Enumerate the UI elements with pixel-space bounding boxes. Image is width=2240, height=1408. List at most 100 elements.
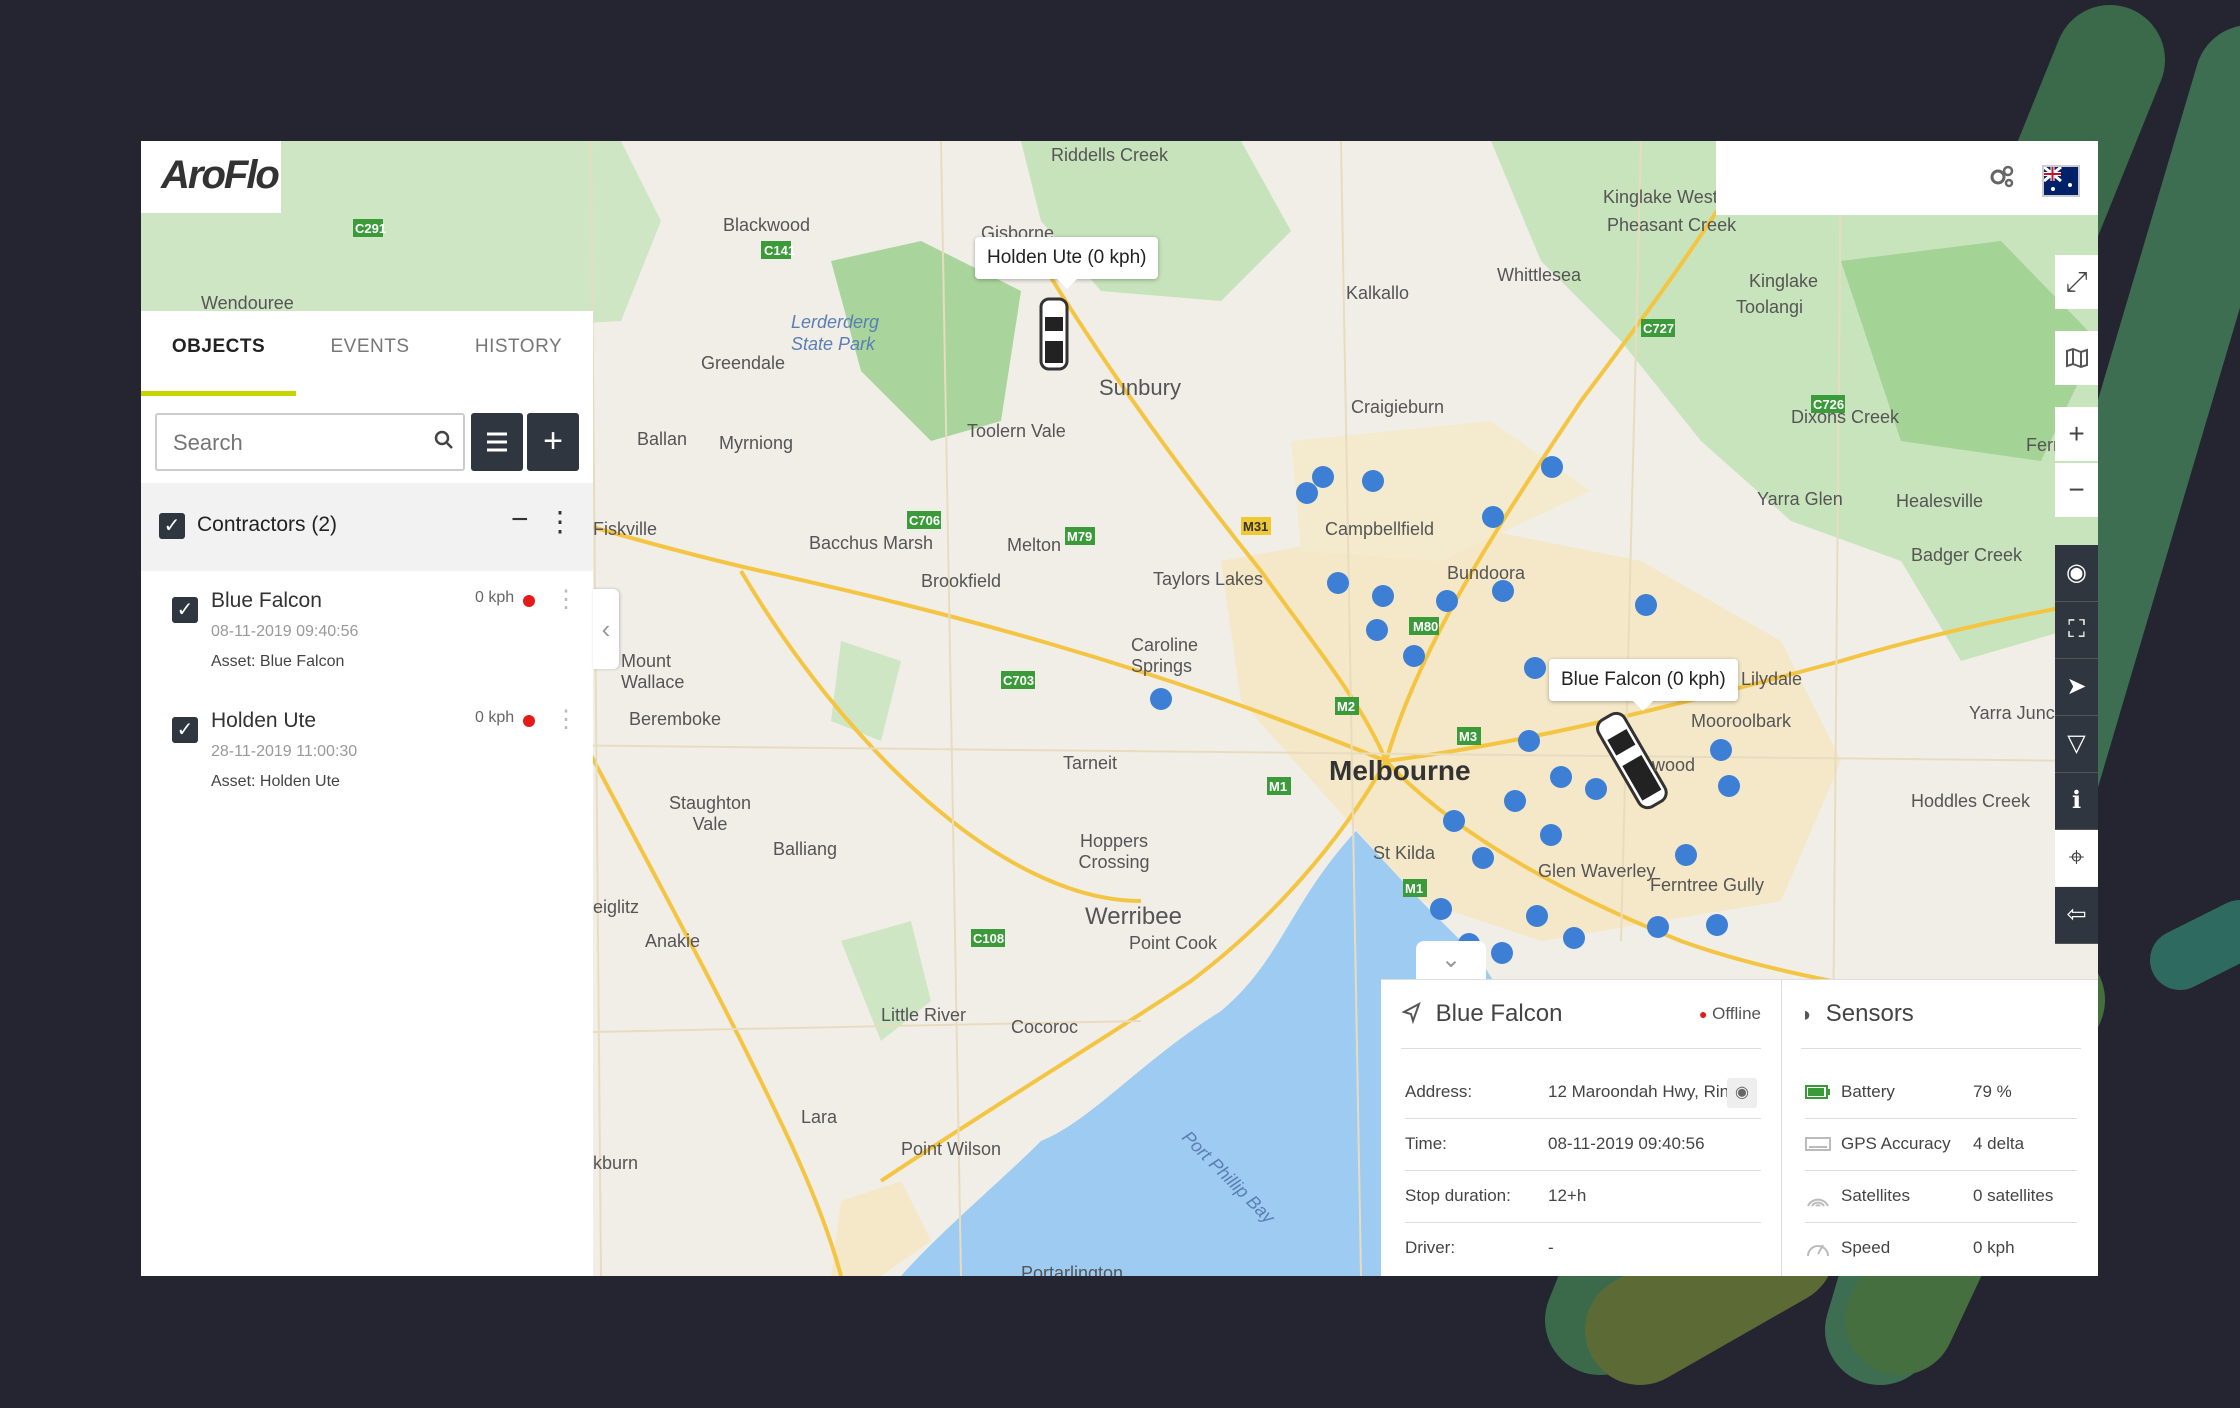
list-item[interactable]: ✓ Blue Falcon 08-11-2019 09:40:56 Asset:… bbox=[141, 583, 593, 703]
map-label: Beremboke bbox=[629, 709, 722, 729]
map-label: eiglitz bbox=[593, 897, 640, 917]
map-label: Kinglake bbox=[1749, 271, 1819, 291]
object-name: Blue Falcon bbox=[211, 589, 322, 612]
object-menu-icon[interactable]: ⋮ bbox=[554, 705, 578, 734]
speedometer-icon bbox=[1805, 1236, 1831, 1260]
map-label: Point Wilson bbox=[901, 1139, 1002, 1159]
map-label: Yarra Junc bbox=[1969, 703, 2055, 723]
svg-text:M1: M1 bbox=[1405, 881, 1423, 896]
map-label: Yarra Glen bbox=[1757, 489, 1843, 509]
map-label: Tarneit bbox=[1063, 753, 1118, 773]
australia-flag-icon[interactable] bbox=[2042, 165, 2080, 197]
offline-status-dot bbox=[523, 595, 535, 607]
map-label: Riddells Creek bbox=[1051, 145, 1169, 165]
satellite-icon[interactable] bbox=[1987, 163, 2017, 193]
list-item[interactable]: ✓ Holden Ute 28-11-2019 11:00:30 Asset: … bbox=[141, 703, 593, 823]
map-label: Dixons Creek bbox=[1791, 407, 1900, 427]
collapse-panel-button[interactable]: ⌄ bbox=[1416, 941, 1486, 979]
filter-icon[interactable]: ▽ bbox=[2055, 716, 2098, 773]
map-label: Bacchus Marsh bbox=[809, 533, 934, 553]
tab-objects[interactable]: OBJECTS bbox=[141, 311, 296, 396]
object-checkbox[interactable]: ✓ bbox=[172, 597, 198, 623]
svg-text:C141: C141 bbox=[764, 243, 795, 258]
search-input[interactable] bbox=[171, 423, 425, 463]
satellite-signal-icon bbox=[1805, 1184, 1831, 1208]
map-label: Anakie bbox=[645, 931, 701, 951]
object-time: 08-11-2019 09:40:56 bbox=[211, 623, 359, 640]
map-label: Healesville bbox=[1896, 491, 1984, 511]
map-label: Little River bbox=[881, 1005, 967, 1025]
vehicle-marker-holden-ute bbox=[1039, 297, 1069, 371]
map-label: Glen Waverley bbox=[1538, 861, 1656, 881]
map-label: Ferntree Gully bbox=[1650, 875, 1765, 895]
eye-icon[interactable]: ◉ bbox=[1727, 1078, 1757, 1108]
list-view-button[interactable] bbox=[471, 413, 523, 471]
map-label: Lilydale bbox=[1741, 669, 1803, 689]
collapse-group-button[interactable]: − bbox=[511, 503, 529, 537]
add-object-button[interactable]: + bbox=[527, 413, 579, 471]
svg-text:C291: C291 bbox=[355, 221, 386, 236]
aroflo-logo[interactable]: AroFlo bbox=[141, 141, 281, 213]
detail-row-driver: Driver: - bbox=[1405, 1238, 1554, 1257]
map-label: Lerderderg State Park bbox=[791, 312, 880, 354]
vehicle-tooltip-holden-ute[interactable]: Holden Ute (0 kph) bbox=[975, 237, 1159, 289]
fit-icon[interactable]: ⛶ bbox=[2055, 602, 2098, 659]
svg-text:M1: M1 bbox=[1269, 779, 1287, 794]
search-icon[interactable] bbox=[433, 429, 455, 456]
svg-text:C706: C706 bbox=[909, 513, 940, 528]
pin-icon[interactable]: ⌖ bbox=[2055, 830, 2098, 886]
object-asset: Asset: Holden Ute bbox=[211, 773, 340, 790]
expand-icon[interactable]: ⤢ bbox=[2055, 255, 2098, 309]
svg-text:C727: C727 bbox=[1643, 321, 1674, 336]
details-header: Blue Falcon ● Offline bbox=[1401, 980, 1761, 1049]
map-label: Mount Wallace bbox=[621, 651, 685, 692]
sensor-signal-icon: ◗ bbox=[1801, 1004, 1814, 1026]
svg-text:M3: M3 bbox=[1459, 729, 1477, 744]
group-contractors[interactable]: ✓ Contractors (2) − ⋮ bbox=[141, 483, 593, 571]
svg-text:M79: M79 bbox=[1067, 529, 1092, 544]
map-label: Staughton Vale bbox=[668, 793, 752, 834]
tab-history[interactable]: HISTORY bbox=[444, 311, 593, 391]
info-icon[interactable]: ℹ bbox=[2055, 773, 2098, 830]
map-label: Portarlington bbox=[1021, 1263, 1124, 1276]
tab-events[interactable]: EVENTS bbox=[296, 311, 444, 391]
layers-icon[interactable]: ◉ bbox=[2055, 545, 2098, 602]
group-menu-icon[interactable]: ⋮ bbox=[546, 505, 574, 538]
map-label: St Kilda bbox=[1373, 843, 1436, 863]
detail-row-time: Time: 08-11-2019 09:40:56 bbox=[1405, 1118, 1761, 1171]
top-toolbar bbox=[1716, 141, 2098, 215]
map-label: Fiskville bbox=[593, 519, 658, 539]
group-checkbox[interactable]: ✓ bbox=[159, 513, 185, 539]
object-speed: 0 kph bbox=[475, 589, 515, 606]
map-label: Toolern Vale bbox=[967, 421, 1066, 441]
object-menu-icon[interactable]: ⋮ bbox=[554, 585, 578, 614]
object-checkbox[interactable]: ✓ bbox=[172, 717, 198, 743]
vehicle-tooltip-blue-falcon[interactable]: Blue Falcon (0 kph) bbox=[1549, 659, 1738, 711]
sensors-header: ◗ Sensors bbox=[1801, 980, 2081, 1049]
map-label: Caroline Springs bbox=[1131, 635, 1199, 676]
collapse-sidebar-button[interactable]: ‹ bbox=[593, 589, 619, 669]
group-label: Contractors (2) bbox=[197, 513, 338, 536]
objects-sidebar: OBJECTS EVENTS HISTORY + ✓ Contractors (… bbox=[141, 311, 593, 1276]
sensor-row-speed: Speed 0 kph bbox=[1805, 1222, 2077, 1274]
map-label: Greendale bbox=[701, 353, 786, 373]
map-icon[interactable] bbox=[2055, 331, 2098, 385]
svg-text:M80: M80 bbox=[1413, 619, 1438, 634]
svg-text:C703: C703 bbox=[1003, 673, 1034, 688]
svg-text:M2: M2 bbox=[1337, 699, 1355, 714]
map-label: Cocoroc bbox=[1011, 1017, 1079, 1037]
map-label: Campbellfield bbox=[1325, 519, 1435, 539]
map-label: Lara bbox=[801, 1107, 838, 1127]
zoom-in-icon[interactable]: + bbox=[2055, 407, 2098, 461]
map-label: Melton bbox=[1007, 535, 1062, 555]
navigate-icon[interactable]: ➤ bbox=[2055, 659, 2098, 716]
detail-row-address: Address: 12 Maroondah Hwy, Rin... ◉ bbox=[1405, 1066, 1761, 1119]
map-label: Point Cook bbox=[1129, 933, 1218, 953]
map-label: Ballan bbox=[637, 429, 688, 449]
map-label: Werribee bbox=[1085, 903, 1182, 930]
zoom-out-icon[interactable]: − bbox=[2055, 463, 2098, 517]
object-speed: 0 kph bbox=[475, 709, 515, 726]
object-name: Holden Ute bbox=[211, 709, 317, 732]
sensor-row-gps-accuracy: GPS Accuracy 4 delta bbox=[1805, 1118, 2077, 1171]
route-icon[interactable]: ⇦ bbox=[2055, 887, 2098, 944]
